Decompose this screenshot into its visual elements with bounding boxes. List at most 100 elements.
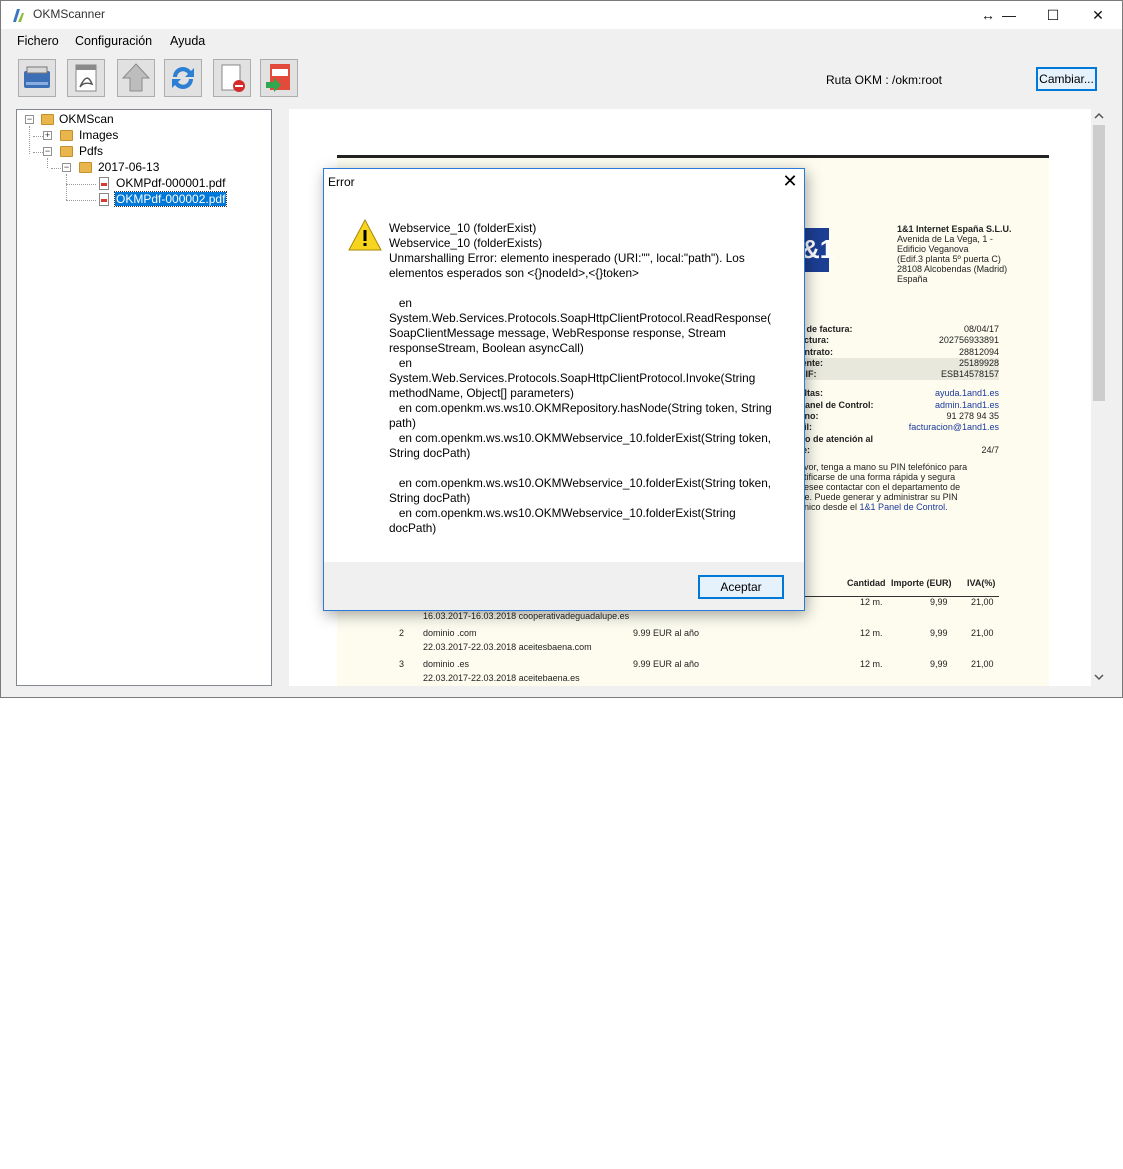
field-label: rio de atención al [799, 433, 874, 444]
folder-icon [79, 162, 92, 173]
pdf-file-icon [99, 177, 109, 190]
field-value: ESB14578157 [940, 369, 999, 380]
pdf-button[interactable] [67, 59, 105, 97]
warning-icon [348, 219, 382, 251]
note-line: rte. Puede generar y administrar su PIN [799, 492, 958, 502]
col-cantidad: Cantidad [847, 578, 886, 588]
row-amount: 9,99 [930, 597, 948, 607]
invoice-field: ultas: ayuda.1and1.es [799, 388, 999, 399]
close-button[interactable]: ✕ [1075, 1, 1121, 29]
tree-connector [33, 152, 43, 153]
refresh-button[interactable] [164, 59, 202, 97]
aceptar-button[interactable]: Aceptar [698, 575, 784, 599]
note-line: ónico desde el [799, 502, 860, 512]
field-value: 08/04/17 [963, 324, 999, 334]
row-qty: 12 m. [860, 597, 883, 607]
window-title: OKMScanner [33, 7, 106, 21]
tree-node-pdfs[interactable]: Pdfs [79, 144, 103, 158]
row-qty: 12 m. [860, 659, 883, 669]
company-address: 1&1 Internet España S.L.U. Avenida de La… [897, 224, 1012, 284]
tree-expander-date[interactable]: − [62, 163, 71, 172]
field-value: 202756933891 [938, 335, 999, 346]
row-price: 9.99 EUR al año [633, 628, 700, 638]
field-value: admin.1and1.es [934, 399, 999, 410]
tree-connector [47, 158, 48, 168]
menu-ayuda[interactable]: Ayuda [170, 34, 205, 48]
row-amount: 9,99 [930, 659, 948, 669]
invoice-field: ail: facturacion@1and1.es [799, 422, 999, 433]
field-label: Panel de Control: [799, 399, 874, 410]
ruta-okm-label: Ruta OKM : [826, 73, 889, 87]
company-line: Edificio Veganova [897, 244, 969, 254]
row-iva: 21,00 [971, 659, 994, 669]
company-line: Avenida de La Vega, 1 - [897, 234, 993, 244]
panel-control-link: 1&1 Panel de Control. [859, 502, 948, 512]
scroll-down-icon[interactable] [1094, 673, 1104, 681]
tree-node-file2-selected[interactable]: OKMPdf-000002.pdf [113, 191, 228, 207]
invoice-fields: a de factura: 08/04/17 actura: 20275693389… [799, 324, 999, 456]
folder-icon [60, 146, 73, 157]
invoice-field: Panel de Control: admin.1and1.es [799, 400, 999, 411]
row-price: 9.99 EUR al año [633, 659, 700, 669]
menu-fichero[interactable]: Fichero [17, 34, 59, 48]
dialog-close-button[interactable]: ✕ [779, 171, 801, 193]
invoice-field: iente: 25189928 [799, 357, 999, 370]
field-label: a de factura: [799, 324, 853, 334]
invoice-field: te:24/7 [799, 445, 999, 456]
upload-button[interactable] [117, 59, 155, 97]
row-description: dominio .es [423, 659, 470, 669]
delete-document-button[interactable] [213, 59, 251, 97]
field-value: 24/7 [981, 444, 999, 455]
row-subtext: 22.03.2017-22.03.2018 aceitebaena.es [423, 673, 580, 683]
scanner-icon [24, 66, 50, 88]
invoice-field: CIF: ESB14578157 [799, 369, 999, 381]
tree-expander-okmscan[interactable]: − [25, 115, 34, 124]
scan-button[interactable] [18, 59, 56, 97]
field-value: 28812094 [958, 346, 999, 357]
tree-expander-pdfs[interactable]: − [43, 147, 52, 156]
tree-connector [66, 184, 96, 185]
company-line: España [897, 274, 928, 284]
tree-node-okmscan[interactable]: OKMScan [59, 112, 114, 126]
maximize-button[interactable]: ☐ [1030, 1, 1076, 29]
app-logo-icon [13, 9, 24, 22]
field-value: 91 278 94 35 [946, 411, 999, 422]
tree-connector [66, 174, 67, 200]
export-pdf-button[interactable] [260, 59, 298, 97]
row-subtext: 16.03.2017-16.03.2018 cooperativadeguada… [423, 611, 630, 621]
invoice-field: ono: 91 278 94 35 [799, 411, 999, 422]
title-bar: OKMScanner ↔ — ☐ ✕ [1, 1, 1122, 29]
row-subtext: 22.03.2017-22.03.2018 aceitesbaena.com [423, 642, 592, 652]
field-value: facturacion@1and1.es [908, 422, 999, 433]
col-iva: IVA(%) [967, 578, 996, 588]
tree-connector [29, 126, 30, 154]
minimize-button[interactable]: — [986, 1, 1032, 29]
scroll-up-icon[interactable] [1094, 112, 1104, 120]
scrollbar-thumb[interactable] [1093, 125, 1105, 401]
export-pdf-icon [266, 64, 290, 92]
tree-node-file1[interactable]: OKMPdf-000001.pdf [116, 176, 225, 190]
company-line: 28108 Alcobendas (Madrid) [897, 264, 1008, 274]
field-value: 25189928 [958, 357, 999, 368]
field-value: ayuda.1and1.es [934, 388, 999, 399]
row-amount: 9,99 [930, 628, 948, 638]
error-dialog: Error ✕ Webservice_10 (folderExist) Webs… [323, 168, 805, 611]
brand-logo-text: &1 [801, 234, 835, 264]
cambiar-button[interactable]: Cambiar... [1036, 67, 1097, 91]
ruta-okm-value: /okm:root [892, 73, 943, 87]
menu-configuracion[interactable]: Configuración [75, 34, 152, 48]
upload-icon [121, 63, 151, 92]
refresh-icon [172, 67, 194, 89]
note-line: avor, tenga a mano su PIN telefónico par… [799, 462, 968, 472]
row-iva: 21,00 [971, 628, 994, 638]
dialog-title: Error [328, 175, 355, 189]
tree-expander-images[interactable]: + [43, 131, 52, 140]
tree-connector [66, 200, 96, 201]
tree-node-date-folder[interactable]: 2017-06-13 [98, 160, 159, 174]
invoice-field: a de factura: 08/04/17 [799, 324, 999, 335]
tree-node-images[interactable]: Images [79, 128, 118, 142]
note-line: desee contactar con el departamento de [799, 482, 961, 492]
tree-connector [33, 136, 43, 137]
pdf-file-icon [99, 193, 109, 206]
invoice-field: ontrato: 28812094 [799, 347, 999, 358]
